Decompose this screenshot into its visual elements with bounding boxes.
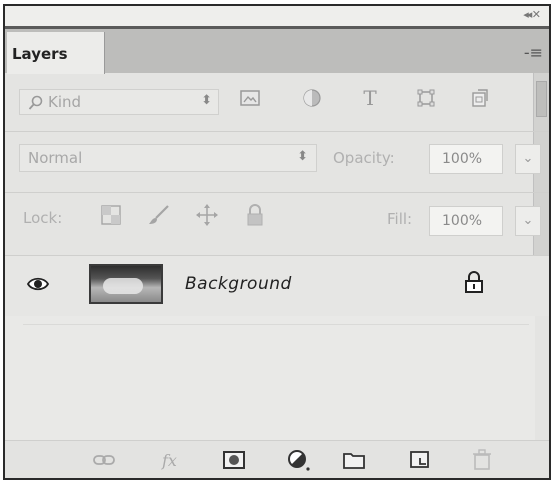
type-filter-icon[interactable]: T <box>359 87 381 109</box>
fill-dropdown-button[interactable]: ⌄ <box>515 206 541 236</box>
new-layer-icon[interactable] <box>407 447 433 473</box>
lock-row: Lock: Fill: 100% ⌄ <box>5 193 541 251</box>
image-filter-icon[interactable] <box>239 87 261 109</box>
stepper-icon: ⬍ <box>201 93 212 108</box>
layer-row-background[interactable]: Background <box>5 256 549 316</box>
tab-layers[interactable]: Layers <box>7 32 105 74</box>
stepper-icon: ⬍ <box>297 149 308 164</box>
lock-all-icon[interactable] <box>243 203 267 227</box>
new-group-icon[interactable] <box>341 447 367 473</box>
lock-position-icon[interactable] <box>195 203 219 227</box>
adjustment-filter-icon[interactable] <box>301 87 323 109</box>
filter-row: Kind ⬍ T <box>5 73 533 131</box>
layers-list-empty-area <box>5 316 535 441</box>
scrollbar-thumb[interactable] <box>536 81 547 117</box>
opacity-dropdown-button[interactable]: ⌄ <box>515 144 541 174</box>
blend-mode-value: Normal <box>28 149 83 167</box>
panel-top-strip: ◂◂ ✕ <box>5 6 549 26</box>
collapse-icon[interactable]: ◂◂ ✕ <box>523 8 541 21</box>
opacity-label: Opacity: <box>333 149 395 167</box>
filter-kind-label: Kind <box>48 93 82 111</box>
eye-icon[interactable] <box>27 273 49 295</box>
shape-filter-icon[interactable] <box>415 87 437 109</box>
layer-lock-icon[interactable] <box>463 270 485 294</box>
divider <box>23 324 529 325</box>
opacity-input[interactable]: 100% <box>429 144 503 174</box>
adjustment-layer-icon[interactable] <box>285 447 311 473</box>
filter-kind-select[interactable]: Kind ⬍ <box>19 89 219 115</box>
add-mask-icon[interactable] <box>221 447 247 473</box>
layers-panel: ◂◂ ✕ Layers -≡ Kind ⬍ T Normal ⬍ Opacity… <box>3 4 551 480</box>
smart-object-filter-icon[interactable] <box>469 87 491 109</box>
tab-layers-label: Layers <box>12 45 68 63</box>
lock-label: Lock: <box>23 209 63 227</box>
delete-layer-icon[interactable] <box>469 447 495 473</box>
svg-text:fx: fx <box>161 451 177 470</box>
bottom-toolbar: fx <box>5 440 549 478</box>
panel-tab-bar: Layers -≡ <box>5 29 549 74</box>
layer-name[interactable]: Background <box>185 274 292 294</box>
lock-transparent-pixels-icon[interactable] <box>99 203 123 227</box>
link-layers-icon[interactable] <box>91 447 117 473</box>
blend-row: Normal ⬍ Opacity: 100% ⌄ <box>5 132 541 190</box>
fill-label: Fill: <box>387 210 413 228</box>
fill-input[interactable]: 100% <box>429 206 503 236</box>
fx-icon[interactable]: fx <box>159 447 185 473</box>
lock-image-pixels-icon[interactable] <box>147 203 171 227</box>
thumbnail-image <box>103 278 143 294</box>
blend-mode-select[interactable]: Normal ⬍ <box>19 144 317 172</box>
search-icon <box>28 95 43 110</box>
panel-menu-icon[interactable]: -≡ <box>524 43 543 62</box>
layer-thumbnail[interactable] <box>89 264 163 304</box>
